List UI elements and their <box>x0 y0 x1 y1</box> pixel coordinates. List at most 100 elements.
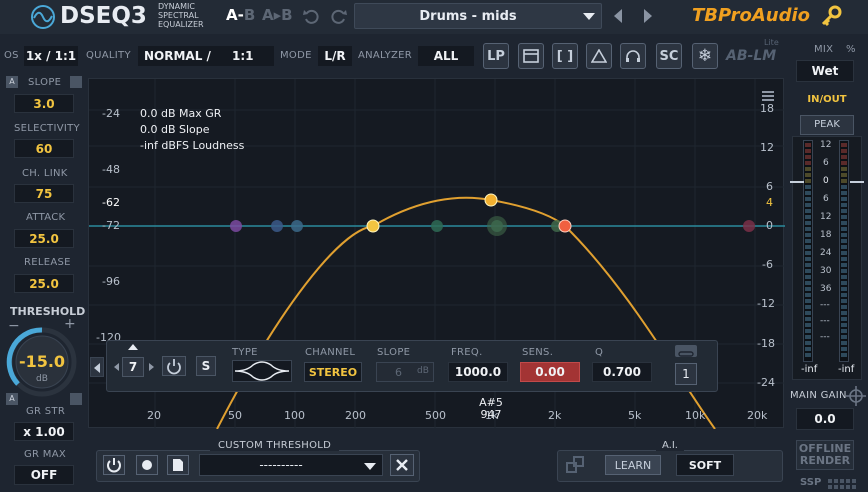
attack-value[interactable]: 25.0 <box>14 229 74 248</box>
main-gain-value[interactable]: 0.0 <box>796 408 854 430</box>
ct-power-icon[interactable] <box>103 455 125 475</box>
note-freq: 947 <box>480 408 502 421</box>
band-node-peak[interactable] <box>484 193 498 207</box>
ablm-logo[interactable]: AB-LM <box>726 48 776 64</box>
logo-sub-equalizer: EQUALIZER <box>158 20 204 29</box>
meter-segment <box>841 281 847 285</box>
band-power-icon[interactable] <box>162 356 186 376</box>
meter-segment <box>841 227 847 231</box>
os-label: OS <box>4 50 19 61</box>
chlink-value[interactable]: 75 <box>14 184 74 203</box>
brackets-icon[interactable]: [ ] <box>552 43 578 69</box>
analyzer-label: ANALYZER <box>358 50 413 61</box>
meter-segment <box>841 269 847 273</box>
analyzer-select[interactable]: ALL <box>418 46 474 66</box>
copy-a-to-b-button[interactable]: A▸B <box>262 6 293 24</box>
band-node-selected-halo[interactable] <box>487 216 507 236</box>
mode-select[interactable]: L/R <box>318 46 352 66</box>
band-solo-button[interactable]: S <box>196 356 216 376</box>
graph-menu-icon[interactable] <box>762 87 774 101</box>
key-icon[interactable] <box>820 5 842 27</box>
meter-tick: --- <box>820 316 830 326</box>
soft-select[interactable]: SOFT <box>676 454 734 476</box>
band-node[interactable] <box>271 220 283 232</box>
preset-prev-icon[interactable] <box>614 9 622 23</box>
grmax-value[interactable]: OFF <box>14 465 74 485</box>
ct-close-icon[interactable] <box>390 454 414 476</box>
peak-button[interactable]: PEAK <box>800 115 854 135</box>
quality-select[interactable]: NORMAL / 1:1 <box>138 46 274 66</box>
redo-icon[interactable] <box>330 7 348 25</box>
sidechain-button[interactable]: SC <box>656 43 682 69</box>
band-q-value[interactable]: 0.700 <box>592 362 652 382</box>
band-left-icon[interactable] <box>114 363 119 371</box>
right-tick: -12 <box>757 297 775 310</box>
undo-icon[interactable] <box>302 7 320 25</box>
meter-segment <box>805 269 811 273</box>
band-node[interactable] <box>291 220 303 232</box>
band-freq-value[interactable]: 1000.0 <box>448 362 508 382</box>
ct-record-icon[interactable] <box>136 455 158 475</box>
band-up-icon[interactable] <box>128 344 138 350</box>
chevron-down-icon <box>583 13 595 20</box>
meter-tick: 12 <box>820 140 832 150</box>
band-prev-icon[interactable] <box>90 357 104 377</box>
ai-label: A.I. <box>656 440 684 451</box>
link-icon[interactable] <box>675 345 697 357</box>
snowflake-icon[interactable]: ❄ <box>692 43 718 69</box>
slope-value[interactable]: 3.0 <box>14 94 74 113</box>
lp-button[interactable]: LP <box>483 43 509 69</box>
preset-name: Drums - mids <box>419 9 517 24</box>
band-slope-select[interactable]: 6 dB <box>376 362 434 382</box>
crosshair-icon[interactable] <box>846 386 866 406</box>
band-node-yellow[interactable] <box>366 219 380 233</box>
band-node[interactable] <box>230 220 242 232</box>
meter-segment <box>805 275 811 279</box>
ai-icon[interactable] <box>565 454 587 476</box>
right-tick: 6 <box>766 180 773 193</box>
band-node-red[interactable] <box>558 219 572 233</box>
release-value[interactable]: 25.0 <box>14 274 74 293</box>
meter-segment <box>805 347 811 351</box>
offline-render-button[interactable]: OFFLINE RENDER <box>796 440 854 470</box>
ablm-label: AB-LM <box>726 48 777 64</box>
headphones-icon[interactable] <box>620 43 646 69</box>
meter-segment <box>841 143 847 147</box>
band-node[interactable] <box>743 220 755 232</box>
band-link-value[interactable]: 1 <box>675 363 697 385</box>
preset-select[interactable]: Drums - mids <box>354 3 602 29</box>
slope-label: SLOPE <box>28 77 62 88</box>
slope-menu-icon[interactable] <box>70 76 82 88</box>
os-select[interactable]: 1x / 1:1 <box>24 46 78 66</box>
triangle-icon[interactable] <box>586 43 612 69</box>
resize-icon[interactable] <box>826 476 862 490</box>
band-node[interactable] <box>431 220 443 232</box>
preset-next-icon[interactable] <box>644 9 652 23</box>
band-right-icon[interactable] <box>149 363 154 371</box>
band-channel-select[interactable]: STEREO <box>304 362 362 382</box>
meter-segment <box>841 221 847 225</box>
mix-pct-toggle[interactable]: % <box>846 44 856 55</box>
learn-button[interactable]: LEARN <box>605 455 661 475</box>
band-number[interactable]: 7 <box>122 357 144 377</box>
ab-a-label: A <box>226 6 238 24</box>
main-gain-label: MAIN GAIN <box>790 390 847 401</box>
info-max-gr: 0.0 dB Max GR <box>140 107 222 120</box>
meter-tick: 36 <box>820 284 832 294</box>
window-icon[interactable] <box>518 43 544 69</box>
grstr-label: GR STR <box>26 406 66 417</box>
ct-select[interactable]: ---------- <box>199 454 383 476</box>
selectivity-value[interactable]: 60 <box>14 139 74 158</box>
meter-segment <box>841 329 847 333</box>
freq-tick: 2k <box>548 409 562 422</box>
mix-value[interactable]: Wet <box>796 60 854 82</box>
grstr-value[interactable]: x 1.00 <box>14 422 74 441</box>
band-type-select[interactable] <box>232 360 292 382</box>
grstr-menu-icon[interactable] <box>70 393 82 405</box>
band-sens-value[interactable]: 0.00 <box>520 362 580 382</box>
ct-file-icon[interactable] <box>167 455 189 475</box>
ab-compare-button[interactable]: A-B <box>226 6 255 24</box>
meter-segment <box>805 161 811 165</box>
meter-segment <box>841 263 847 267</box>
meter-segment <box>805 335 811 339</box>
